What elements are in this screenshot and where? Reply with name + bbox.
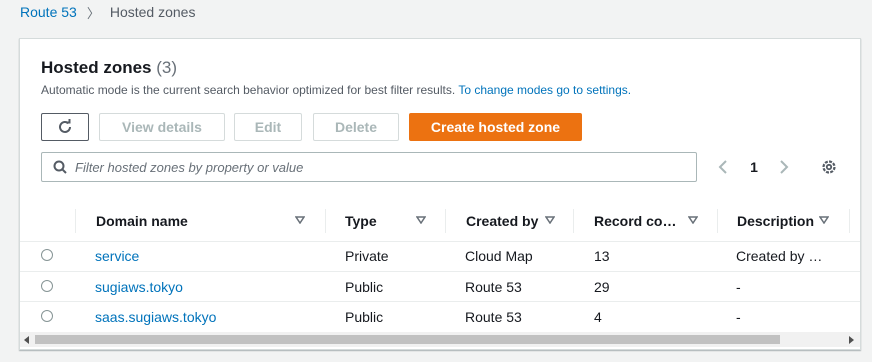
create-hosted-zone-button[interactable]: Create hosted zone	[409, 113, 582, 141]
column-header-domain-name[interactable]: Domain name	[96, 201, 188, 241]
description-text: Automatic mode is the current search beh…	[41, 83, 456, 97]
column-divider	[325, 209, 326, 233]
column-divider	[717, 209, 718, 233]
description-cell: -	[736, 278, 741, 295]
search-placeholder: Filter hosted zones by property or value	[75, 159, 304, 175]
table-row[interactable]: saas.sugiaws.tokyo Public Route 53 4 -	[20, 302, 860, 332]
domain-name-link[interactable]: saas.sugiaws.tokyo	[95, 302, 216, 332]
record-count-cell: 13	[594, 248, 610, 264]
column-header-description[interactable]: Description	[737, 201, 814, 241]
horizontal-scrollbar[interactable]	[20, 332, 860, 347]
domain-name-link[interactable]: service	[95, 241, 139, 271]
table-row[interactable]: sugiaws.tokyo Public Route 53 29 -	[20, 272, 860, 302]
domain-name-link[interactable]: sugiaws.tokyo	[95, 272, 183, 301]
created-by-cell: Route 53	[465, 309, 522, 325]
created-by-cell: Route 53	[465, 278, 522, 295]
gear-icon	[822, 160, 836, 174]
type-cell: Public	[345, 309, 384, 325]
column-divider	[573, 209, 574, 233]
settings-link[interactable]: To change modes go to settings.	[458, 83, 631, 97]
sort-caret-icon[interactable]	[295, 216, 305, 224]
scrollbar-thumb[interactable]	[35, 335, 780, 344]
delete-button[interactable]: Delete	[313, 113, 399, 141]
zone-count: (3)	[156, 58, 178, 77]
sort-caret-icon[interactable]	[819, 216, 829, 224]
next-page-button[interactable]	[774, 152, 794, 182]
column-header-created-by[interactable]: Created by	[466, 201, 538, 241]
breadcrumb: Route 53 〉 Hosted zones	[20, 2, 195, 22]
row-select-radio[interactable]	[41, 249, 53, 261]
search-input[interactable]: Filter hosted zones by property or value	[41, 152, 697, 182]
previous-page-button[interactable]	[713, 152, 733, 182]
description-cell: Created by …	[736, 248, 823, 264]
row-select-radio[interactable]	[41, 310, 53, 322]
current-page[interactable]: 1	[742, 152, 766, 182]
description-cell: -	[736, 309, 741, 325]
chevron-right-icon	[780, 160, 789, 174]
search-icon	[53, 160, 67, 174]
record-count-cell: 29	[594, 278, 610, 295]
column-divider	[75, 209, 76, 233]
breadcrumb-route53-link[interactable]: Route 53	[20, 4, 77, 20]
table-header-row: Domain name Type Created by Record co… D…	[20, 201, 860, 242]
scroll-right-arrow-icon[interactable]	[849, 336, 854, 344]
created-by-cell: Cloud Map	[465, 248, 533, 264]
column-divider	[445, 209, 446, 233]
edit-button[interactable]: Edit	[234, 113, 302, 141]
record-count-cell: 4	[594, 309, 602, 325]
title-text: Hosted zones	[41, 58, 152, 77]
type-cell: Private	[345, 248, 389, 264]
search-mode-description: Automatic mode is the current search beh…	[41, 83, 631, 97]
column-divider	[849, 209, 850, 233]
sort-caret-icon[interactable]	[545, 216, 555, 224]
sort-caret-icon[interactable]	[688, 216, 698, 224]
hosted-zones-panel: Hosted zones (3) Automatic mode is the c…	[19, 38, 861, 350]
view-details-button[interactable]: View details	[99, 113, 225, 141]
chevron-left-icon	[718, 160, 727, 174]
table-row[interactable]: service Private Cloud Map 13 Created by …	[20, 241, 860, 272]
sort-caret-icon[interactable]	[416, 216, 426, 224]
page-title: Hosted zones (3)	[41, 58, 177, 78]
page-number: 1	[750, 159, 758, 175]
refresh-icon	[59, 119, 71, 133]
column-header-record-count[interactable]: Record co…	[594, 201, 676, 241]
breadcrumb-current: Hosted zones	[109, 4, 196, 20]
type-cell: Public	[345, 278, 384, 295]
breadcrumb-separator-icon: 〉	[86, 5, 100, 21]
scroll-left-arrow-icon[interactable]	[24, 336, 29, 344]
preferences-button[interactable]	[818, 152, 840, 182]
row-select-radio[interactable]	[41, 280, 53, 292]
refresh-button[interactable]	[41, 113, 89, 141]
column-header-type[interactable]: Type	[345, 201, 377, 241]
